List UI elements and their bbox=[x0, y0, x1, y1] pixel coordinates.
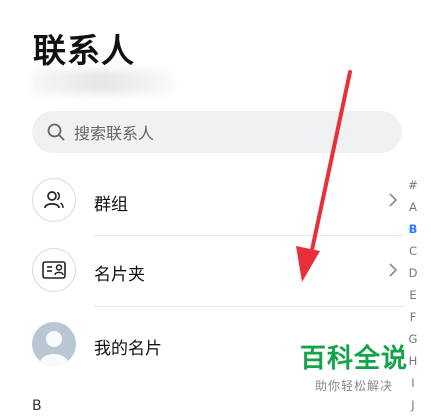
watermark-subtitle: 助你轻松解决 bbox=[315, 379, 394, 393]
watermark-title: 百科全说 bbox=[300, 344, 409, 374]
watermark: 百科全说 助你轻松解决 bbox=[300, 344, 408, 394]
